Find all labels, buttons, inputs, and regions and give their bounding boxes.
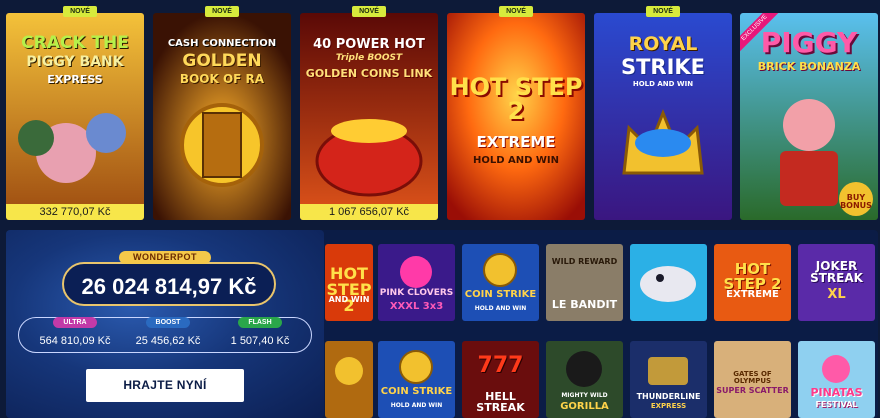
featured-games-row: NOVÉ CRACK THE PIGGY BANK EXPRESS 332 77… <box>6 6 878 220</box>
game-subtitle: SUPER SCATTER <box>716 386 789 395</box>
game-tile-hot-step-2-small[interactable]: HOT STEP 2 AND WIN <box>325 244 373 321</box>
game-subtitle: XL <box>827 287 846 302</box>
game-title: HOT STEP 2 <box>723 260 782 293</box>
game-title: MIGHTY WILD <box>561 392 608 399</box>
game-subtitle: GOLDEN <box>182 51 262 71</box>
bottom-panel: 26 024 814,97 Kč WONDERPOT ULTRA BOOST F… <box>6 230 878 418</box>
game-tile-cash-connection[interactable]: CASH CONNECTION GOLDEN BOOK OF RA <box>153 13 291 220</box>
game-title: 40 POWER HOT <box>313 37 425 52</box>
wonderpot-widget: 26 024 814,97 Kč WONDERPOT ULTRA BOOST F… <box>6 230 324 418</box>
game-tile-coin-strike-1[interactable]: COIN STRIKE HOLD AND WIN <box>462 244 539 321</box>
game-title: PINK CLOVERS <box>379 288 454 298</box>
game-subtitle: EXTREME <box>726 289 779 300</box>
game-title: PIGGY <box>760 26 858 59</box>
game-title: COIN STRIKE <box>380 386 453 397</box>
game-tile-joker-streak[interactable]: JOKER STREAK XL <box>798 244 875 321</box>
shark-icon <box>640 266 696 302</box>
game-title: ROYAL <box>628 33 698 55</box>
game-tile-gates-of-olympus[interactable]: GATES OF OLYMPUS SUPER SCATTER <box>714 341 791 418</box>
game-tile-pink-clovers[interactable]: PINK CLOVERS XXXL 3x3 <box>378 244 455 321</box>
games-grid: HOT STEP 2 AND WIN PINK CLOVERS XXXL 3x3… <box>325 244 878 418</box>
game-subtitle: XXXL 3x3 <box>389 301 444 312</box>
game-tile-hell-streak[interactable]: 777 HELL STREAK <box>462 341 539 418</box>
game-title: 777 <box>477 353 524 378</box>
game-tile-mighty-wild-gorilla[interactable]: MIGHTY WILD GORILLA <box>546 341 623 418</box>
tier-boost-label: BOOST <box>146 317 190 328</box>
game-title: JOKER STREAK <box>810 259 863 285</box>
tier-ultra-label: ULTRA <box>53 317 97 328</box>
game-subtitle: Triple BOOST <box>335 53 403 63</box>
game-title: HOT STEP 2 <box>449 73 583 125</box>
game-tagline: GOLDEN COINS LINK <box>305 67 433 80</box>
game-tile-fortune-small[interactable] <box>325 341 373 418</box>
buy-bonus-label: BUY BONUS <box>840 193 872 210</box>
game-subtitle: FESTIVAL <box>815 400 858 409</box>
game-title: COIN STRIKE <box>464 289 537 300</box>
game-subtitle: AND WIN <box>328 295 370 304</box>
game-tagline: HOLD AND WIN <box>632 80 694 88</box>
new-badge: NOVÉ <box>63 6 97 17</box>
game-subtitle: PIGGY BANK <box>26 54 124 70</box>
wonderpot-amount: 26 024 814,97 Kč <box>81 274 257 299</box>
game-subtitle: EXPRESS <box>650 402 687 410</box>
coin-icon <box>335 357 363 385</box>
game-title: PINATAS <box>810 386 863 399</box>
game-title: CASH CONNECTION <box>167 38 277 49</box>
game-subtitle: STRIKE <box>620 55 706 79</box>
game-tile-thunderline-express[interactable]: THUNDERLINE EXPRESS <box>630 341 707 418</box>
game-tagline: BOOK OF RA <box>179 72 265 86</box>
game-tile-royal-strike[interactable]: ROYAL STRIKE HOLD AND WIN <box>594 13 732 220</box>
game-subtitle: BRICK BONANZA <box>757 60 861 73</box>
game-tagline: EXPRESS <box>47 73 103 86</box>
wonderpot-frame: 26 024 814,97 Kč <box>62 262 276 306</box>
game-subtitle: LE BANDIT <box>551 298 618 311</box>
tier-flash-label: FLASH <box>238 317 282 328</box>
game-title: HOT STEP 2 <box>326 264 372 315</box>
wonderpot-title: WONDERPOT <box>119 251 211 264</box>
game-subtitle: EXTREME <box>476 133 556 151</box>
tier-ultra-value: 564 810,09 Kč <box>39 335 111 347</box>
game-tile-hot-step-2[interactable]: HOT STEP 2 EXTREME HOLD AND WIN <box>447 13 585 220</box>
game-tile-piggy-brick-bonanza[interactable]: EXCLUSIVE PIGGY BRICK BONANZA BUY BONUS <box>740 13 878 220</box>
new-badge: NOVÉ <box>352 6 386 17</box>
new-badge: NOVÉ <box>646 6 680 17</box>
game-subtitle: HOLD AND WIN <box>390 402 443 409</box>
game-tile-crack-the-piggy-bank[interactable]: CRACK THE PIGGY BANK EXPRESS 332 770,07 … <box>6 13 144 220</box>
game-tagline: HOLD AND WIN <box>472 155 560 166</box>
game-tile-40-power-hot[interactable]: 40 POWER HOT Triple BOOST GOLDEN COINS L… <box>300 13 438 220</box>
game-title: GATES OF OLYMPUS <box>733 370 772 385</box>
game-title: CRACK THE <box>21 33 129 53</box>
new-badge: NOVÉ <box>205 6 239 17</box>
game-tile-pinatas-festival[interactable]: PINATAS FESTIVAL <box>798 341 875 418</box>
tier-flash-value: 1 507,40 Kč <box>230 335 290 347</box>
game-subtitle: GORILLA <box>560 401 609 412</box>
game-title: THUNDERLINE <box>636 392 701 401</box>
game-tile-shark[interactable] <box>630 244 707 321</box>
tier-boost-value: 25 456,62 Kč <box>135 335 201 347</box>
game-title: WILD REWARD <box>551 257 618 266</box>
play-now-button[interactable]: HRAJTE NYNÍ <box>86 369 244 402</box>
game-subtitle: HELL STREAK <box>476 390 525 414</box>
jackpot-value: 1 067 656,07 Kč <box>300 204 438 220</box>
new-badge: NOVÉ <box>499 6 533 17</box>
jackpot-value: 332 770,07 Kč <box>6 204 144 220</box>
game-subtitle: HOLD AND WIN <box>474 305 527 312</box>
game-tile-le-bandit[interactable]: WILD REWARD LE BANDIT <box>546 244 623 321</box>
game-tile-coin-strike-2[interactable]: COIN STRIKE HOLD AND WIN <box>378 341 455 418</box>
game-tile-hot-step-2-extreme[interactable]: HOT STEP 2 EXTREME <box>714 244 791 321</box>
